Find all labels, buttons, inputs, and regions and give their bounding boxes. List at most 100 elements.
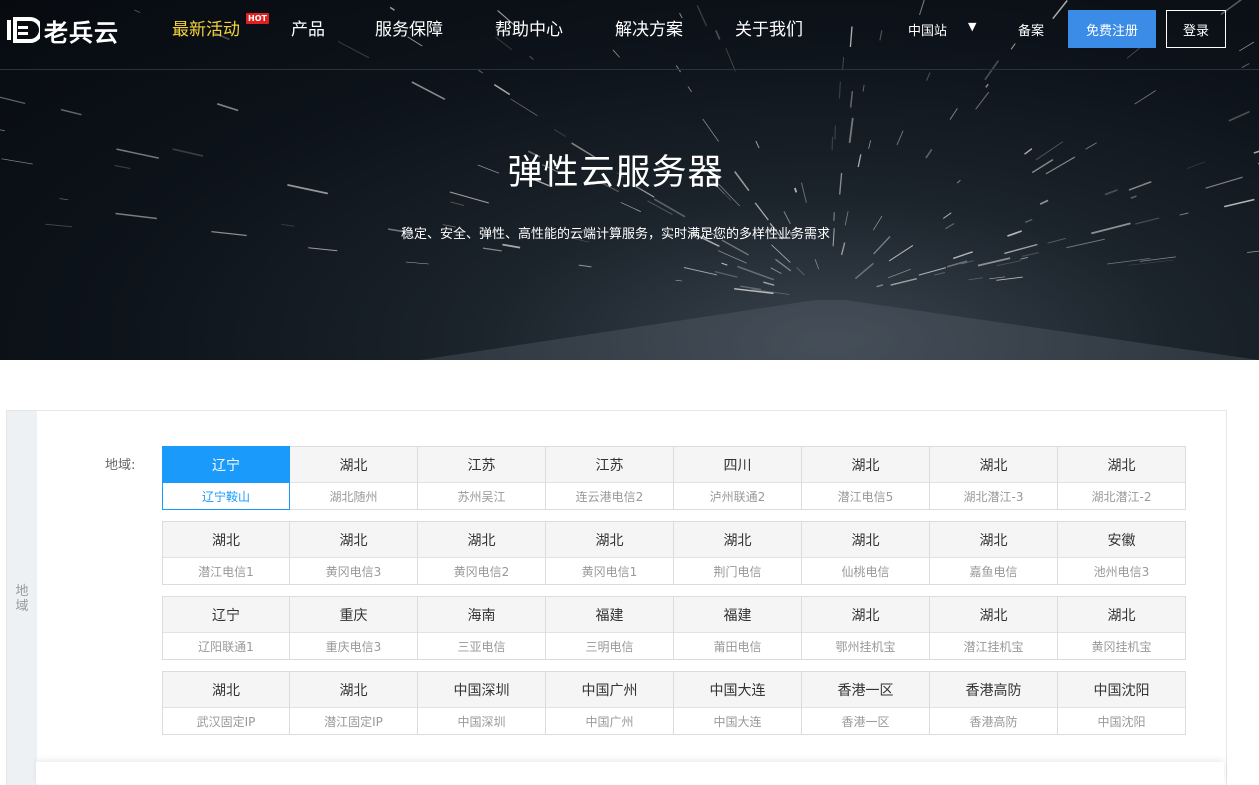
light-streak xyxy=(1180,213,1189,215)
region-row: 湖北潜江电信1湖北黄冈电信3湖北黄冈电信2湖北黄冈电信1湖北荆门电信湖北仙桃电信… xyxy=(162,521,1186,585)
light-streak xyxy=(797,268,805,276)
light-streak xyxy=(688,87,692,92)
region-province: 湖北 xyxy=(418,522,545,558)
region-option[interactable]: 海南三亚电信 xyxy=(417,596,546,660)
region-province: 四川 xyxy=(674,447,801,483)
nav-solutions[interactable]: 解决方案 xyxy=(615,18,683,42)
region-option[interactable]: 四川泸州联通2 xyxy=(673,446,802,510)
region-option[interactable]: 湖北荆门电信 xyxy=(673,521,802,585)
region-zone: 三明电信 xyxy=(546,633,673,659)
light-streak xyxy=(451,202,465,206)
page-subtitle: 稳定、安全、弹性、高性能的云端计算服务，实时满足您的多样性业务需求 xyxy=(0,223,1231,242)
region-option[interactable]: 香港高防香港高防 xyxy=(929,671,1058,735)
region-province: 中国广州 xyxy=(546,672,673,708)
region-option[interactable]: 湖北武汉固定IP xyxy=(162,671,290,735)
region-field-label: 地域: xyxy=(105,454,135,473)
light-streak xyxy=(986,84,988,87)
light-streak xyxy=(953,252,973,259)
region-option[interactable]: 福建莆田电信 xyxy=(673,596,802,660)
region-option[interactable]: 江苏苏州吴江 xyxy=(417,446,546,510)
region-option[interactable]: 湖北嘉鱼电信 xyxy=(929,521,1058,585)
region-option[interactable]: 中国大连中国大连 xyxy=(673,671,802,735)
nav-latest-activities[interactable]: 最新活动 xyxy=(172,18,240,42)
light-streak xyxy=(969,278,983,280)
nav-service-guarantee-label: 服务保障 xyxy=(375,20,443,40)
region-province: 湖北 xyxy=(802,597,929,633)
nav-help-center[interactable]: 帮助中心 xyxy=(495,18,563,42)
register-button[interactable]: 免费注册 xyxy=(1068,10,1156,48)
logo[interactable]: 老兵云 xyxy=(6,12,119,48)
light-streak xyxy=(947,261,967,267)
region-option[interactable]: 辽宁辽阳联通1 xyxy=(162,596,290,660)
logo-icon xyxy=(6,15,40,45)
region-province: 福建 xyxy=(546,597,673,633)
region-province: 安徽 xyxy=(1058,522,1185,558)
light-streak xyxy=(934,273,945,276)
region-option[interactable]: 湖北湖北潜江-3 xyxy=(929,446,1058,510)
login-button[interactable]: 登录 xyxy=(1166,10,1226,48)
region-option[interactable]: 湖北潜江电信1 xyxy=(162,521,290,585)
light-streak xyxy=(897,131,903,145)
region-province: 中国大连 xyxy=(674,672,801,708)
road-glow xyxy=(420,300,1259,360)
caret-down-icon[interactable]: ▼ xyxy=(968,20,976,33)
hot-badge: HOT xyxy=(246,13,269,24)
region-option[interactable]: 湖北潜江挂机宝 xyxy=(929,596,1058,660)
region-option[interactable]: 福建三明电信 xyxy=(545,596,674,660)
region-province: 重庆 xyxy=(290,597,417,633)
region-option[interactable]: 湖北鄂州挂机宝 xyxy=(801,596,930,660)
nav-solutions-label: 解决方案 xyxy=(615,20,683,40)
region-province: 湖北 xyxy=(290,522,417,558)
nav-products-label: 产品 xyxy=(291,20,325,40)
region-option[interactable]: 湖北湖北潜江-2 xyxy=(1057,446,1186,510)
region-option[interactable]: 湖北黄冈挂机宝 xyxy=(1057,596,1186,660)
light-streak xyxy=(1131,196,1137,198)
region-province: 湖北 xyxy=(163,522,289,558)
region-zone: 黄冈挂机宝 xyxy=(1058,633,1185,659)
region-zone: 连云港电信2 xyxy=(546,483,673,509)
region-option[interactable]: 湖北黄冈电信1 xyxy=(545,521,674,585)
top-nav: 老兵云 最新活动 HOT 产品 服务保障 帮助中心 解决方案 关于我们 中国站 … xyxy=(0,0,1259,70)
light-streak xyxy=(621,202,641,211)
region-zone: 湖北随州 xyxy=(290,483,417,509)
light-streak xyxy=(1004,245,1037,254)
region-option[interactable]: 湖北潜江固定IP xyxy=(289,671,418,735)
light-streak xyxy=(60,199,68,200)
region-zone: 辽宁鞍山 xyxy=(163,483,289,509)
region-province: 湖北 xyxy=(930,597,1057,633)
region-zone: 黄冈电信2 xyxy=(418,558,545,584)
region-zone: 荆门电信 xyxy=(674,558,801,584)
region-option[interactable]: 湖北黄冈电信2 xyxy=(417,521,546,585)
light-streak xyxy=(308,248,337,251)
region-option[interactable]: 中国沈阳中国沈阳 xyxy=(1057,671,1186,735)
region-option[interactable]: 香港一区香港一区 xyxy=(801,671,930,735)
region-option[interactable]: 中国深圳中国深圳 xyxy=(417,671,546,735)
site-select[interactable]: 中国站 xyxy=(908,20,947,39)
side-tab-region[interactable]: 地域 xyxy=(7,411,37,785)
region-row: 辽宁辽宁鞍山湖北湖北随州江苏苏州吴江江苏连云港电信2四川泸州联通2湖北潜江电信5… xyxy=(162,446,1186,510)
region-option[interactable]: 安徽池州电信3 xyxy=(1057,521,1186,585)
region-option[interactable]: 湖北黄冈电信3 xyxy=(289,521,418,585)
region-province: 香港高防 xyxy=(930,672,1057,708)
region-option[interactable]: 江苏连云港电信2 xyxy=(545,446,674,510)
light-streak xyxy=(478,70,483,73)
nav-about-us[interactable]: 关于我们 xyxy=(735,18,803,42)
region-option[interactable]: 湖北湖北随州 xyxy=(289,446,418,510)
region-option[interactable]: 中国广州中国广州 xyxy=(545,671,674,735)
light-streak xyxy=(842,243,845,255)
next-section-card xyxy=(36,762,1224,784)
light-streak xyxy=(676,280,682,281)
light-streak xyxy=(851,91,853,107)
region-zone: 池州电信3 xyxy=(1058,558,1185,584)
nav-products[interactable]: 产品 xyxy=(291,18,325,42)
light-streak xyxy=(0,95,25,103)
region-option[interactable]: 重庆重庆电信3 xyxy=(289,596,418,660)
region-zone: 武汉固定IP xyxy=(163,708,289,734)
beian-link[interactable]: 备案 xyxy=(1018,20,1044,39)
light-streak xyxy=(0,130,5,131)
region-option[interactable]: 湖北潜江电信5 xyxy=(801,446,930,510)
region-province: 香港一区 xyxy=(802,672,929,708)
region-option[interactable]: 湖北仙桃电信 xyxy=(801,521,930,585)
nav-service-guarantee[interactable]: 服务保障 xyxy=(375,18,443,42)
region-option[interactable]: 辽宁辽宁鞍山 xyxy=(162,446,290,510)
